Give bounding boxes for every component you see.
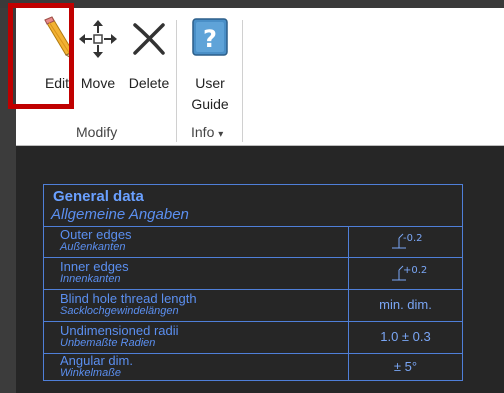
row-label-de: Außenkanten: [60, 241, 126, 253]
row-label-cell: Outer edges Außenkanten: [44, 226, 349, 257]
edit-highlight-box: [8, 3, 74, 109]
row-label-en: Outer edges: [60, 227, 132, 242]
row-label-cell: Inner edges Innenkanten: [44, 258, 349, 289]
edge-burr-symbol-icon: +0.2: [392, 265, 427, 281]
delete-label: Delete: [128, 75, 170, 91]
group-label-modify: Modify: [76, 124, 118, 140]
general-data-table: General data Allgemeine Angaben Outer ed…: [43, 184, 463, 381]
delete-button[interactable]: Delete: [124, 11, 174, 111]
row-label-de: Sacklochgewindelängen: [60, 305, 179, 317]
row-label-cell: Angular dim. Winkelmaße: [44, 352, 349, 381]
user-guide-label-line1: User: [195, 75, 225, 91]
move-arrows-icon: [79, 20, 117, 58]
group-label-info[interactable]: Info ▾: [191, 124, 223, 140]
user-guide-button[interactable]: ? User Guide: [184, 11, 236, 121]
table-title: General data: [53, 188, 144, 205]
ribbon: Edit Move Delete ? User Guide Modify Inf…: [16, 8, 504, 146]
row-label-cell: Blind hole thread length Sacklochgewinde…: [44, 290, 349, 321]
row-label-de: Unbemaßte Radien: [60, 337, 156, 349]
table-row: Angular dim. Winkelmaße ± 5°: [44, 352, 462, 381]
row-label-de: Innenkanten: [60, 273, 121, 285]
table-row: Undimensioned radii Unbemaßte Radien 1.0…: [44, 322, 462, 354]
edge-burr-symbol-icon: -0.2: [392, 233, 423, 249]
table-row: Outer edges Außenkanten -0.2: [44, 226, 462, 258]
chevron-down-icon: ▾: [218, 129, 224, 140]
svg-text:?: ?: [203, 25, 217, 53]
row-value: min. dim.: [379, 297, 432, 312]
row-value: ± 5°: [393, 359, 418, 374]
table-row: Inner edges Innenkanten +0.2: [44, 258, 462, 290]
user-guide-label-line2: Guide: [191, 96, 229, 112]
table-title-de: Allgemeine Angaben: [51, 206, 189, 223]
row-value: -0.2: [403, 233, 423, 244]
group-separator: [242, 20, 243, 142]
row-value: +0.2: [403, 265, 427, 276]
group-info-label: Info: [191, 124, 215, 140]
row-label-en: Undimensioned radii: [60, 323, 179, 338]
table-header: General data Allgemeine Angaben: [44, 185, 462, 227]
row-value: 1.0 ± 0.3: [380, 329, 431, 344]
group-separator: [176, 20, 177, 142]
move-label: Move: [80, 75, 116, 91]
top-strip: [0, 0, 504, 8]
row-label-en: Inner edges: [60, 259, 129, 274]
help-question-icon: ?: [192, 18, 228, 56]
row-label-cell: Undimensioned radii Unbemaßte Radien: [44, 322, 349, 353]
row-label-en: Angular dim.: [60, 353, 133, 368]
delete-x-icon: [133, 23, 165, 55]
table-row: Blind hole thread length Sacklochgewinde…: [44, 290, 462, 322]
row-label-en: Blind hole thread length: [60, 291, 197, 306]
move-button[interactable]: Move: [78, 11, 118, 111]
row-label-de: Winkelmaße: [60, 367, 122, 379]
